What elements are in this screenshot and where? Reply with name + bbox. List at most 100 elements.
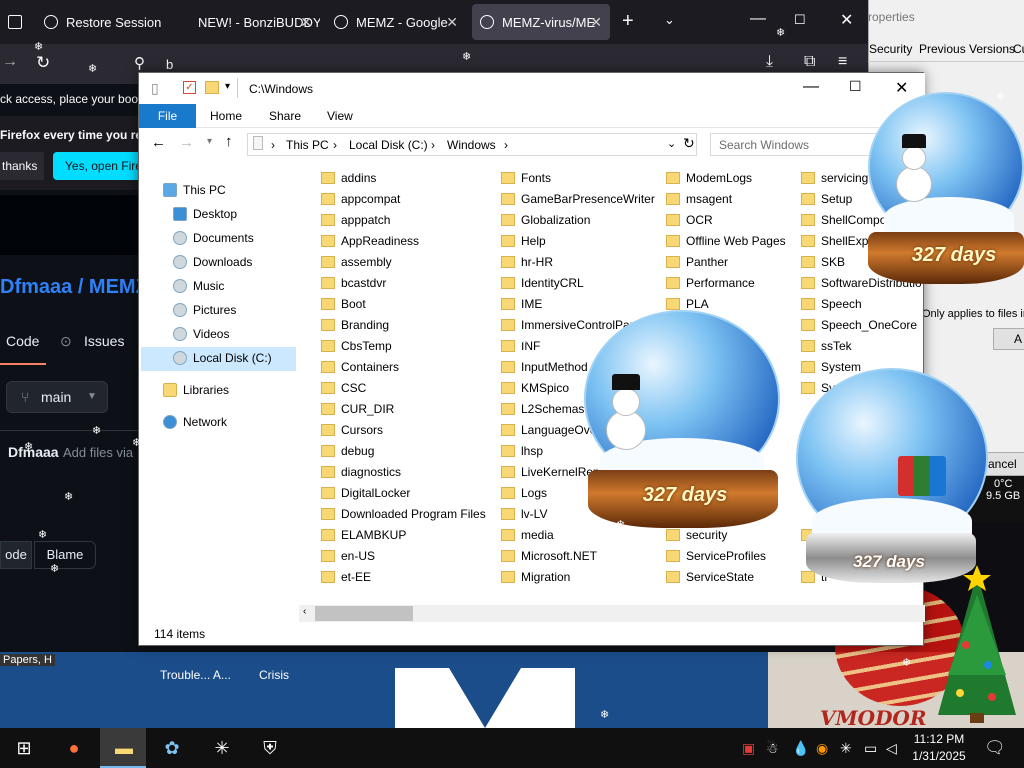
tab-code[interactable]: Code: [6, 333, 39, 349]
nav-videos[interactable]: Videos: [173, 323, 229, 345]
folder-item[interactable]: InputMethod: [501, 357, 588, 377]
folder-item[interactable]: ssTek: [801, 336, 852, 356]
nav-this-pc[interactable]: This PC: [163, 179, 226, 201]
back-icon[interactable]: ←: [151, 134, 166, 151]
up-icon[interactable]: ↑: [225, 133, 233, 150]
folder-item[interactable]: GameBarPresenceWriter: [501, 189, 655, 209]
nav-downloads[interactable]: Downloads: [173, 251, 252, 273]
properties-icon[interactable]: ✓: [183, 81, 196, 94]
folder-item[interactable]: msagent: [666, 189, 732, 209]
folder-item[interactable]: Offline Web Pages: [666, 231, 786, 251]
folder-item[interactable]: Migration: [501, 567, 570, 587]
folder-item[interactable]: SKB: [801, 252, 845, 272]
folder-item[interactable]: INF: [501, 336, 540, 356]
snowflake-app-icon[interactable]: ✳: [210, 736, 234, 760]
folder-item[interactable]: Performance: [666, 273, 755, 293]
chevron-right-icon[interactable]: ›: [504, 138, 508, 152]
folder-item[interactable]: debug: [321, 441, 374, 461]
folder-item[interactable]: ServiceState: [666, 567, 754, 587]
folder-item[interactable]: Microsoft.NET: [501, 546, 597, 566]
url-input[interactable]: b: [166, 57, 173, 72]
code-view-button[interactable]: ode: [0, 541, 32, 569]
no-thanks-button[interactable]: thanks: [0, 152, 44, 180]
maximize-icon[interactable]: ☐: [849, 78, 862, 95]
folder-item[interactable]: IdentityCRL: [501, 273, 584, 293]
nav-network[interactable]: Network: [163, 411, 227, 433]
tab-memz-google[interactable]: MEMZ - Google ✕: [326, 4, 466, 40]
scroll-left-icon[interactable]: ‹: [303, 606, 306, 617]
clock-time[interactable]: 11:12 PM: [912, 732, 966, 746]
folder-item[interactable]: apppatch: [321, 210, 390, 230]
breadcrumb-this-pc[interactable]: This PC: [286, 138, 329, 152]
forward-icon[interactable]: →: [2, 53, 18, 71]
nav-desktop[interactable]: Desktop: [173, 203, 237, 225]
windows-start-icon[interactable]: ⊞: [12, 736, 36, 760]
folder-item[interactable]: Fonts: [501, 168, 551, 188]
new-folder-icon[interactable]: [205, 81, 219, 94]
nav-documents[interactable]: Documents: [173, 227, 254, 249]
recent-locations-icon[interactable]: ▾: [207, 136, 212, 147]
tray-app-icon[interactable]: ▣: [742, 740, 755, 757]
tab-security[interactable]: Security: [869, 42, 912, 56]
repo-title[interactable]: Dfmaaa / MEMZ-: [0, 276, 154, 299]
minimize-icon[interactable]: —: [803, 78, 819, 96]
folder-item[interactable]: Help: [501, 231, 546, 251]
folder-item[interactable]: lv-LV: [501, 504, 547, 524]
folder-item[interactable]: Cursors: [321, 420, 383, 440]
tab-share[interactable]: Share: [269, 109, 301, 123]
scrollbar-thumb[interactable]: [315, 606, 413, 621]
folder-item[interactable]: CUR_DIR: [321, 399, 394, 419]
new-tab-button[interactable]: +: [622, 10, 634, 33]
notifications-icon[interactable]: 🗨: [984, 738, 1006, 758]
chevron-right-icon[interactable]: ›: [431, 138, 435, 152]
tray-vlc-icon[interactable]: ◉: [816, 740, 828, 757]
close-tab-icon[interactable]: ✕: [446, 14, 458, 31]
folder-item[interactable]: Speech_OneCore: [801, 315, 917, 335]
folder-item[interactable]: media: [501, 525, 554, 545]
firefox-icon[interactable]: ●: [62, 736, 86, 760]
clock-date[interactable]: 1/31/2025: [910, 749, 968, 763]
file-explorer-icon[interactable]: ▬: [112, 736, 136, 760]
tab-restore-session[interactable]: Restore Session: [36, 4, 186, 40]
blame-button[interactable]: Blame: [34, 541, 96, 569]
tab-view[interactable]: View: [327, 109, 353, 123]
folder-item[interactable]: ELAMBKUP: [321, 525, 406, 545]
volume-icon[interactable]: ◁: [886, 740, 897, 757]
security-shield-icon[interactable]: ⛨: [258, 736, 282, 760]
advanced-button[interactable]: A: [993, 328, 1024, 350]
downloads-icon[interactable]: ⤓: [766, 53, 773, 71]
folder-item[interactable]: Boot: [321, 294, 366, 314]
folder-item[interactable]: lhsp: [501, 441, 543, 461]
folder-item[interactable]: servicing: [801, 168, 868, 188]
close-tab-icon[interactable]: ✕: [300, 14, 312, 31]
refresh-icon[interactable]: ↻: [683, 135, 695, 152]
folder-item[interactable]: IME: [501, 294, 542, 314]
folder-item[interactable]: AppReadiness: [321, 231, 419, 251]
commit-message[interactable]: Add files via: [63, 445, 133, 460]
customize-toolbar-icon[interactable]: ▾: [225, 81, 230, 92]
close-icon[interactable]: ✕: [840, 10, 853, 30]
nav-libraries[interactable]: Libraries: [163, 379, 229, 401]
address-dropdown-icon[interactable]: ⌄: [667, 137, 676, 150]
commit-author[interactable]: Dfmaaa: [8, 444, 59, 460]
branch-selector[interactable]: main ⑂ ▼: [6, 381, 108, 413]
tab-home[interactable]: Home: [210, 109, 242, 123]
open-firefox-button[interactable]: Yes, open Fire: [53, 152, 143, 180]
folder-item[interactable]: assembly: [321, 252, 392, 272]
breadcrumb-local-disk[interactable]: Local Disk (C:): [349, 138, 428, 152]
folder-item[interactable]: Speech: [801, 294, 862, 314]
folder-item[interactable]: ServiceProfiles: [666, 546, 766, 566]
desktop-icon-trouble[interactable]: Trouble... A...: [160, 668, 231, 682]
menu-icon[interactable]: ≡: [838, 53, 847, 71]
tab-file[interactable]: File: [139, 104, 196, 128]
folder-item[interactable]: bcastdvr: [321, 273, 386, 293]
maximize-icon[interactable]: ☐: [794, 12, 806, 28]
folder-item[interactable]: diagnostics: [321, 462, 401, 482]
quick-access-icon[interactable]: ▯: [151, 80, 159, 97]
tab-bonzibuddy[interactable]: NEW! - BonziBUDDY ✕: [190, 4, 320, 40]
folder-item[interactable]: ModemLogs: [666, 168, 752, 188]
desktop-icon-crisis[interactable]: Crisis: [259, 668, 289, 682]
folder-item[interactable]: OCR: [666, 210, 713, 230]
folder-item[interactable]: addins: [321, 168, 376, 188]
list-tabs-chevron-icon[interactable]: ⌄: [664, 12, 675, 28]
